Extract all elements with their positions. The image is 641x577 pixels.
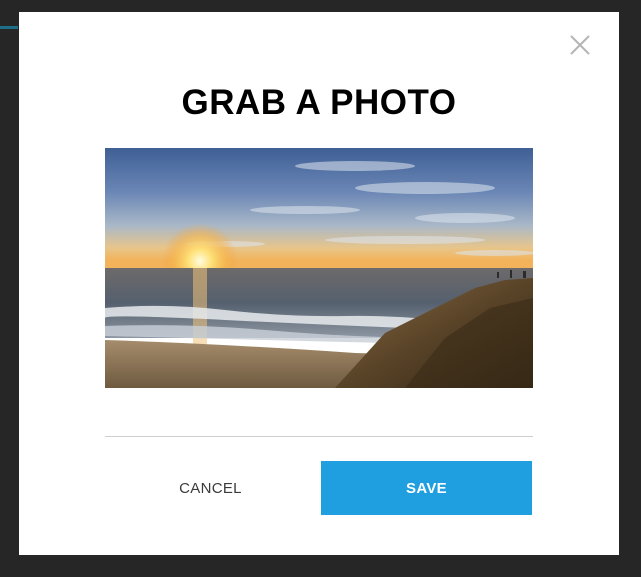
background-accent-bar (0, 26, 18, 29)
save-button[interactable]: SAVE (321, 461, 532, 515)
photo-modal: GRAB A PHOTO CANCEL SAVE (19, 12, 619, 555)
modal-title: GRAB A PHOTO (181, 83, 457, 122)
close-icon (570, 35, 590, 55)
sunset-photo (105, 148, 533, 388)
divider (105, 436, 533, 437)
close-button[interactable] (569, 34, 591, 56)
photo-preview (105, 148, 533, 388)
cancel-button[interactable]: CANCEL (105, 461, 316, 515)
